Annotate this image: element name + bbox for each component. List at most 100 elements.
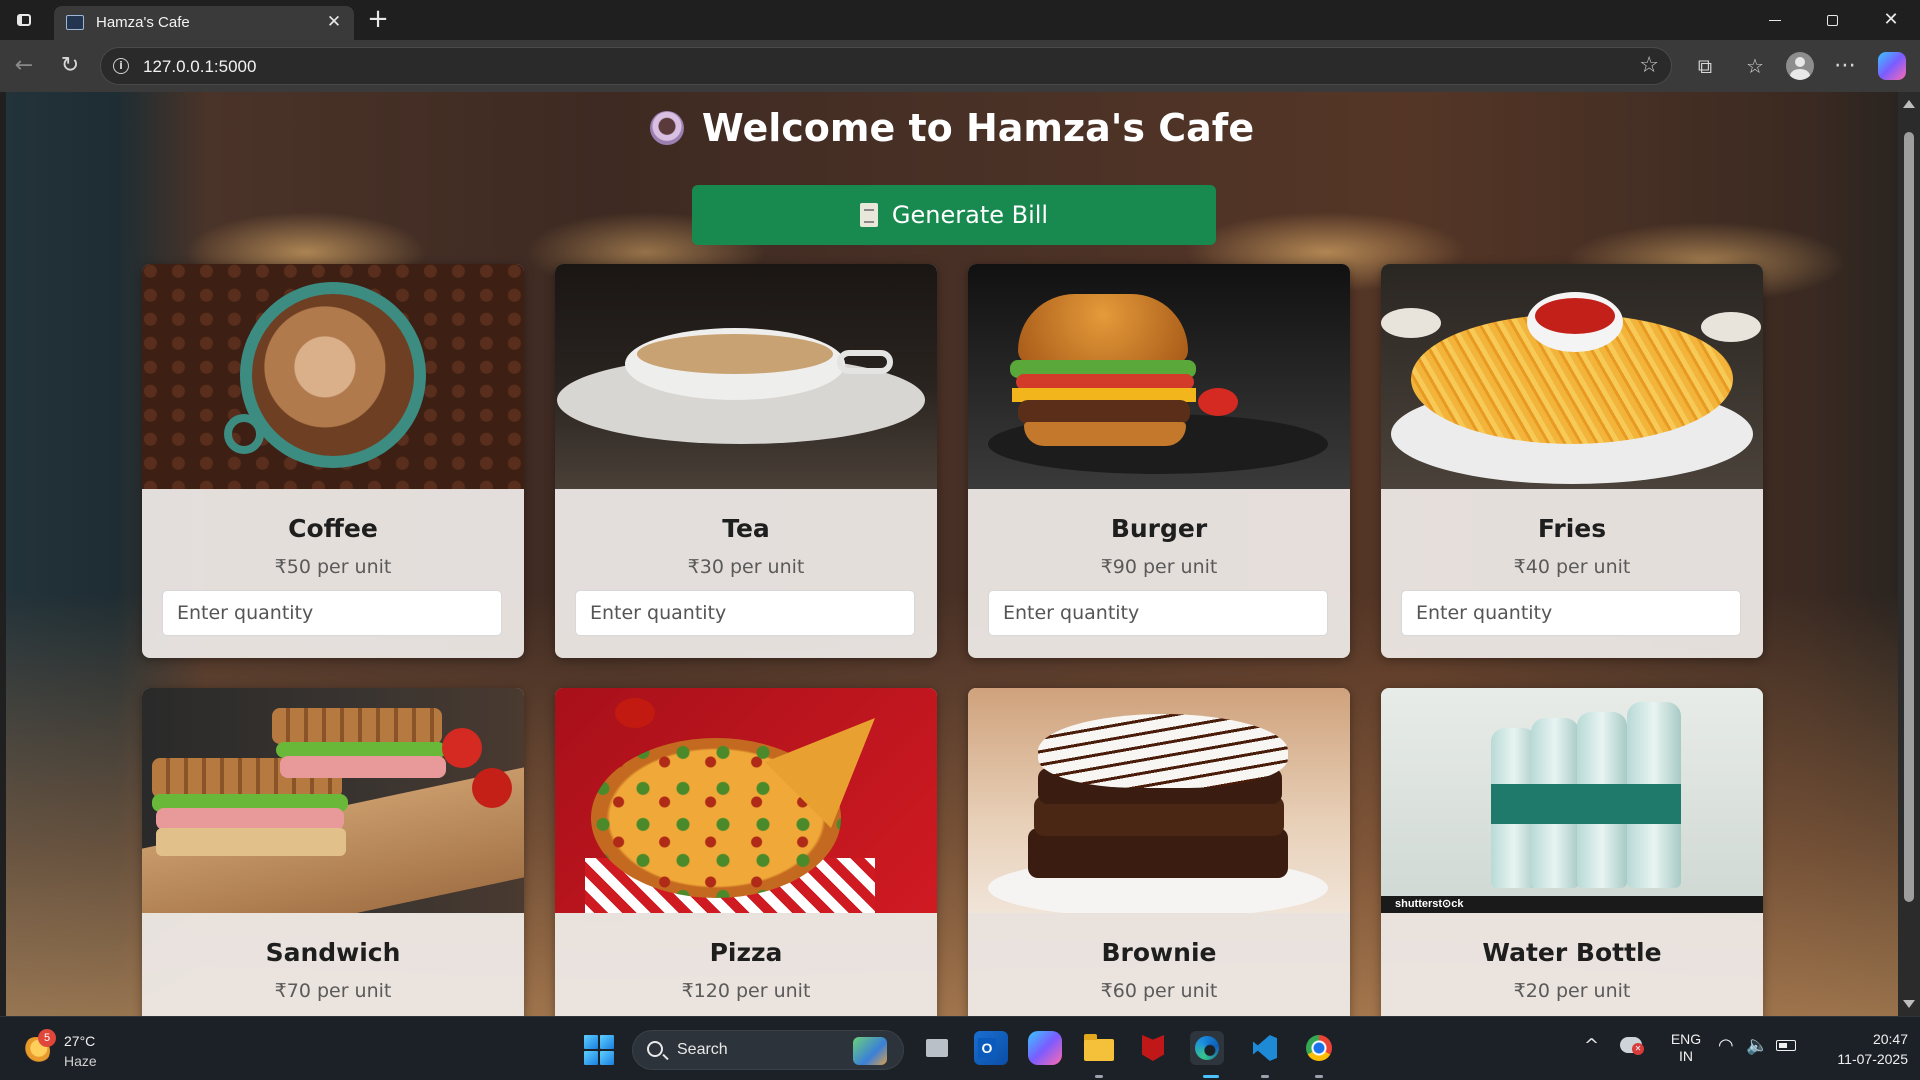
- menu-card-tea: Tea ₹30 per unit: [555, 264, 937, 658]
- burger-image: [968, 264, 1350, 489]
- tab-title: Hamza's Cafe: [96, 14, 190, 31]
- tab-actions-icon[interactable]: [12, 9, 36, 31]
- pizza-image: [555, 688, 937, 913]
- card-name: Sandwich: [265, 938, 401, 967]
- search-label: Search: [677, 1041, 728, 1058]
- address-bar[interactable]: i 127.0.0.1:5000 ☆: [100, 47, 1672, 85]
- search-highlight-icon: [853, 1037, 887, 1065]
- menu-card-sandwich: Sandwich ₹70 per unit: [142, 688, 524, 1016]
- card-name: Fries: [1537, 514, 1607, 543]
- menu-card-coffee: Coffee ₹50 per unit: [142, 264, 524, 658]
- restore-button[interactable]: [1809, 6, 1855, 34]
- taskbar-search[interactable]: Search: [632, 1030, 904, 1070]
- scroll-up-icon[interactable]: [1903, 100, 1915, 108]
- card-price: ₹30 per unit: [687, 556, 805, 578]
- card-price: ₹90 per unit: [1100, 556, 1218, 578]
- sandwich-image: [142, 688, 524, 913]
- browser-tab[interactable]: Hamza's Cafe ✕: [54, 6, 354, 40]
- quantity-input-fries[interactable]: [1401, 590, 1741, 636]
- card-name: Burger: [1110, 514, 1208, 543]
- weather-temperature: 27°C: [64, 1033, 96, 1049]
- language-code: ENG: [1670, 1031, 1702, 1047]
- page-title-text: Welcome to Hamza's Cafe: [701, 106, 1255, 150]
- card-price: ₹70 per unit: [274, 980, 392, 1002]
- onedrive-error-icon[interactable]: [1620, 1037, 1644, 1055]
- profile-icon[interactable]: [1786, 52, 1814, 80]
- outlook-icon[interactable]: [974, 1031, 1008, 1065]
- language-indicator[interactable]: ENG IN: [1666, 1031, 1706, 1065]
- receipt-icon: [859, 203, 878, 227]
- card-name: Coffee: [288, 514, 378, 543]
- vscode-running-indicator: [1261, 1075, 1269, 1078]
- task-view-icon[interactable]: [922, 1031, 956, 1065]
- copilot-app-icon[interactable]: [1028, 1031, 1062, 1065]
- wifi-icon[interactable]: ◠: [1718, 1035, 1734, 1056]
- generate-bill-label: Generate Bill: [891, 201, 1049, 229]
- edge-icon[interactable]: [1190, 1031, 1224, 1065]
- volume-icon[interactable]: 🔈: [1746, 1035, 1768, 1056]
- back-icon[interactable]: ←: [8, 50, 40, 82]
- quantity-input-coffee[interactable]: [162, 590, 502, 636]
- weather-widget[interactable]: 5 27°C Haze: [20, 1029, 140, 1073]
- page-viewport: Welcome to Hamza's Cafe Generate Bill Co…: [6, 92, 1898, 1016]
- card-price: ₹50 per unit: [274, 556, 392, 578]
- card-name: Tea: [722, 514, 770, 543]
- favicon-icon: [66, 15, 84, 30]
- tray-chevron-icon[interactable]: ^: [1584, 1035, 1599, 1056]
- search-icon: [647, 1041, 663, 1057]
- site-info-icon[interactable]: i: [113, 58, 129, 74]
- browser-toolbar: ← ↻ i 127.0.0.1:5000 ☆ ⧉ ☆ ⋯: [0, 40, 1920, 92]
- favorite-star-icon[interactable]: ☆: [1639, 53, 1659, 78]
- quantity-input-burger[interactable]: [988, 590, 1328, 636]
- vscode-icon[interactable]: [1248, 1031, 1282, 1065]
- fries-image: [1381, 264, 1763, 489]
- coffee-cup-icon: [649, 111, 684, 145]
- language-region: IN: [1679, 1048, 1693, 1064]
- water-bottle-image: shutterst⊙ck: [1381, 688, 1763, 913]
- quantity-input-tea[interactable]: [575, 590, 915, 636]
- scroll-thumb[interactable]: [1904, 132, 1914, 902]
- menu-card-pizza: Pizza ₹120 per unit: [555, 688, 937, 1016]
- favorites-icon[interactable]: ☆: [1740, 51, 1770, 81]
- watermark-text: shutterst⊙ck: [1395, 898, 1464, 910]
- clock-time: 20:47: [1872, 1031, 1908, 1047]
- page-scrollbar[interactable]: [1898, 92, 1920, 1016]
- file-explorer-icon[interactable]: [1082, 1031, 1116, 1065]
- taskbar: 5 27°C Haze Search ^ ENG IN ◠ 🔈 20:47 11…: [0, 1016, 1920, 1080]
- clock[interactable]: 20:47 11-07-2025: [1808, 1029, 1908, 1069]
- card-name: Pizza: [709, 938, 783, 967]
- coffee-image: [142, 264, 524, 489]
- tea-image: [555, 264, 937, 489]
- extensions-icon[interactable]: ⧉: [1690, 51, 1720, 81]
- card-price: ₹60 per unit: [1100, 980, 1218, 1002]
- tab-bar: Hamza's Cafe ✕ + ✕: [0, 0, 1920, 40]
- menu-card-burger: Burger ₹90 per unit: [968, 264, 1350, 658]
- tab-close-icon[interactable]: ✕: [324, 12, 344, 32]
- url-text[interactable]: 127.0.0.1:5000: [143, 57, 256, 77]
- more-icon[interactable]: ⋯: [1830, 51, 1860, 81]
- card-price: ₹120 per unit: [681, 980, 811, 1002]
- card-name: Brownie: [1101, 938, 1217, 967]
- page-title: Welcome to Hamza's Cafe: [6, 106, 1898, 150]
- mcafee-icon[interactable]: [1136, 1031, 1170, 1065]
- reload-icon[interactable]: ↻: [54, 50, 86, 82]
- weather-badge: 5: [38, 1029, 56, 1047]
- generate-bill-button[interactable]: Generate Bill: [692, 185, 1216, 245]
- card-price: ₹40 per unit: [1513, 556, 1631, 578]
- new-tab-button[interactable]: +: [364, 6, 392, 34]
- battery-icon[interactable]: [1776, 1040, 1796, 1051]
- clock-date: 11-07-2025: [1837, 1051, 1908, 1067]
- chrome-icon[interactable]: [1302, 1031, 1336, 1065]
- close-window-button[interactable]: ✕: [1868, 6, 1914, 34]
- menu-card-water-bottle: shutterst⊙ck Water Bottle ₹20 per unit: [1381, 688, 1763, 1016]
- explorer-running-indicator: [1095, 1075, 1103, 1078]
- copilot-icon[interactable]: [1878, 52, 1906, 80]
- start-button[interactable]: [584, 1035, 614, 1065]
- card-name: Water Bottle: [1482, 938, 1662, 967]
- card-price: ₹20 per unit: [1513, 980, 1631, 1002]
- edge-active-indicator: [1203, 1075, 1219, 1078]
- chrome-running-indicator: [1315, 1075, 1323, 1078]
- menu-card-fries: Fries ₹40 per unit: [1381, 264, 1763, 658]
- scroll-down-icon[interactable]: [1903, 1000, 1915, 1008]
- minimize-button[interactable]: [1752, 6, 1798, 34]
